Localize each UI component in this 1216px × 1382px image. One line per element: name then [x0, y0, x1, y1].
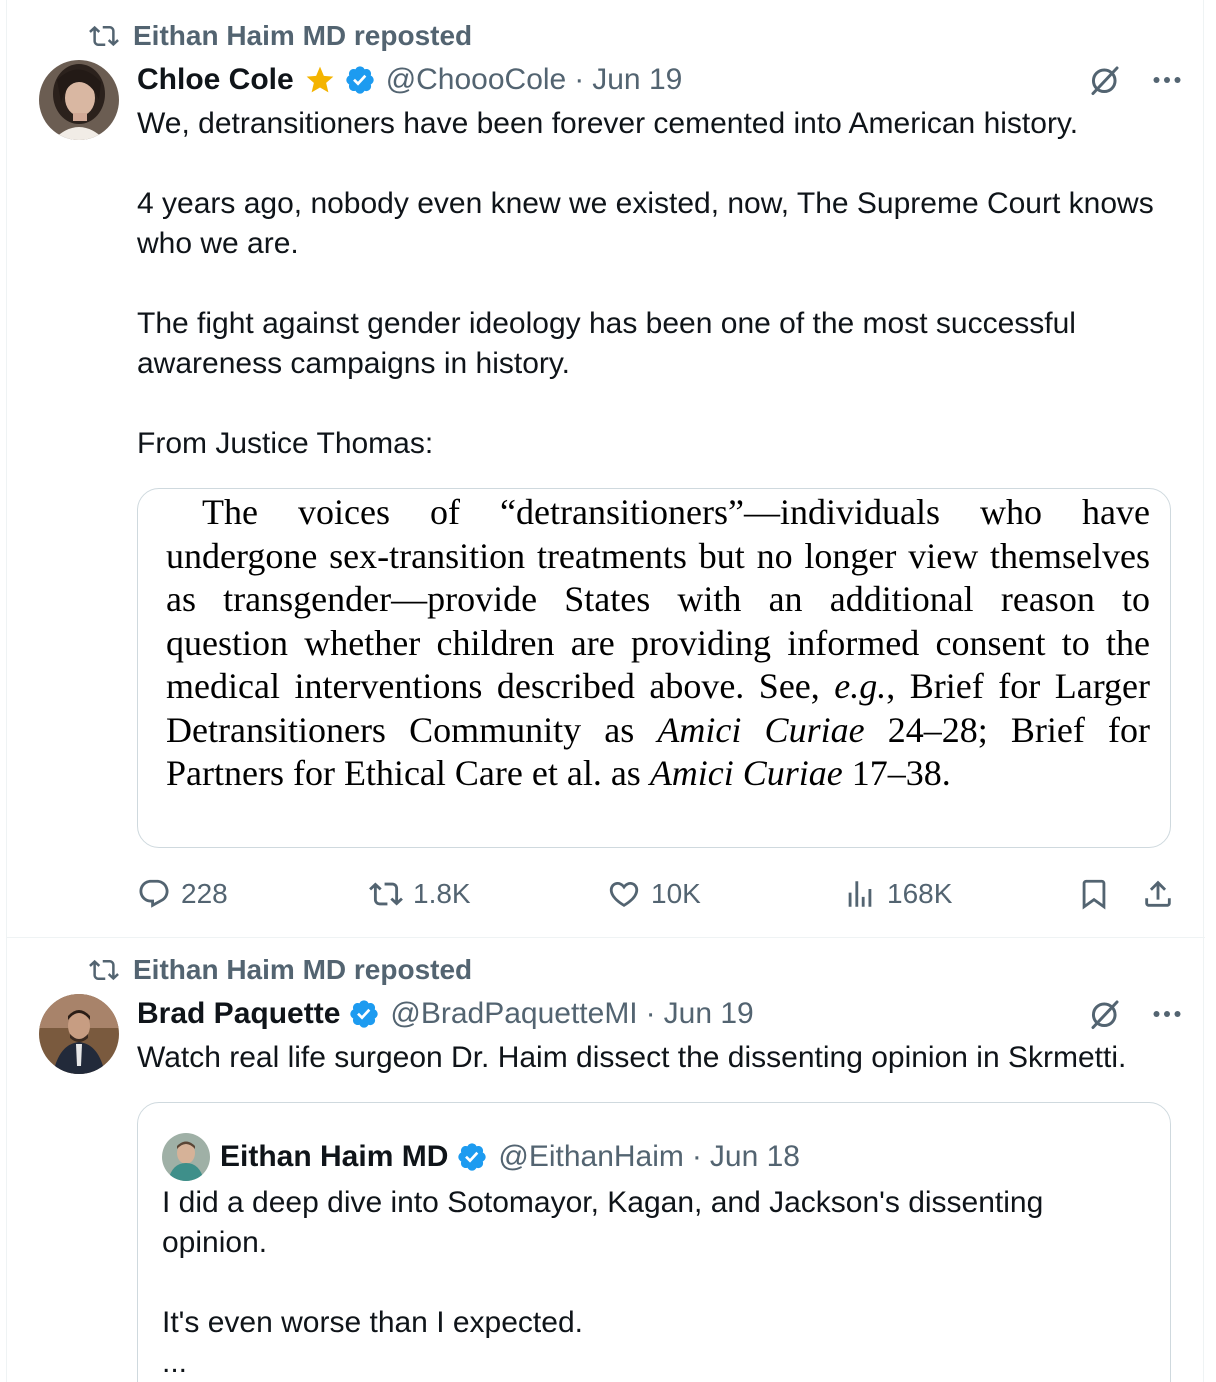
author-handle[interactable]: @ChoooCole: [386, 63, 567, 97]
tweet-chloe-cole[interactable]: Eithan Haim MD reposted Chloe Cole @Choo…: [7, 0, 1205, 938]
more-icon[interactable]: [1149, 996, 1185, 1032]
verified-badge-icon[interactable]: [344, 64, 376, 96]
tweet-paragraph: I did a deep dive into Sotomayor, Kagan,…: [162, 1186, 1044, 1259]
quoted-author-handle[interactable]: @EithanHaim: [498, 1140, 684, 1174]
avatar-photo: [162, 1133, 210, 1181]
share-icon[interactable]: [1141, 877, 1175, 911]
tweet-date[interactable]: Jun 19: [664, 997, 754, 1031]
reply-icon: [137, 877, 171, 911]
separator-dot: ·: [645, 997, 656, 1030]
repost-button[interactable]: 1.8K: [369, 877, 607, 911]
tweet-header: Brad Paquette @BradPaquetteMI · Jun 19: [137, 994, 1185, 1034]
excerpt-italic: Amici Curiae: [657, 709, 865, 750]
tweet-paragraph: The fight against gender ideology has be…: [137, 307, 1076, 380]
reply-button[interactable]: 228: [137, 877, 369, 911]
tweet-paragraph: Watch real life surgeon Dr. Haim dissect…: [137, 1041, 1127, 1074]
grok-icon[interactable]: [1087, 62, 1123, 98]
timeline: Eithan Haim MD reposted Chloe Cole @Choo…: [6, 0, 1205, 1382]
tweet-brad-paquette[interactable]: Eithan Haim MD reposted Brad Paquette @B…: [7, 938, 1205, 1382]
separator-dot: ·: [574, 63, 585, 96]
repost-count: 1.8K: [413, 878, 471, 909]
action-bar: 228 1.8K 10K 168K: [137, 870, 1175, 918]
avatar: [162, 1133, 210, 1181]
views-button[interactable]: 168K: [843, 877, 1063, 911]
quoted-tweet-date[interactable]: Jun 18: [710, 1140, 800, 1174]
like-icon: [607, 877, 641, 911]
quoted-tweet-text: I did a deep dive into Sotomayor, Kagan,…: [162, 1183, 1146, 1382]
tweet-text: Watch real life surgeon Dr. Haim dissect…: [137, 1038, 1175, 1078]
avatar-photo: [39, 60, 119, 140]
quoted-author-name[interactable]: Eithan Haim MD: [220, 1140, 448, 1174]
bookmark-icon[interactable]: [1077, 877, 1111, 911]
views-icon: [843, 877, 877, 911]
tweet-paragraph: We, detransitioners have been forever ce…: [137, 107, 1079, 140]
tweet-text: We, detransitioners have been forever ce…: [137, 104, 1175, 464]
excerpt-italic: Amici Curiae: [649, 753, 843, 793]
verified-badge-icon[interactable]: [348, 998, 380, 1030]
quoted-tweet-header: Eithan Haim MD @EithanHaim · Jun 18: [162, 1133, 800, 1181]
tweet-header: Chloe Cole @ChoooCole · Jun 19: [137, 60, 1185, 100]
author-name[interactable]: Chloe Cole: [137, 63, 294, 97]
like-button[interactable]: 10K: [607, 877, 843, 911]
tweet-date[interactable]: Jun 19: [592, 63, 682, 97]
court-excerpt-text: The voices of “detransitioners”—individu…: [166, 491, 1150, 796]
excerpt-italic: e.g.: [834, 666, 887, 706]
tweet-paragraph: It's even worse than I expected.: [162, 1306, 583, 1339]
views-count: 168K: [887, 878, 953, 909]
separator-dot: ·: [691, 1140, 702, 1173]
tweet-paragraph: ...: [162, 1346, 188, 1379]
repost-context: Eithan Haim MD reposted: [89, 20, 472, 52]
quoted-tweet[interactable]: Eithan Haim MD @EithanHaim · Jun 18 I di…: [137, 1102, 1171, 1382]
repost-icon: [89, 21, 119, 51]
gold-star-icon: [306, 66, 334, 93]
avatar-photo: [39, 994, 119, 1074]
excerpt-part: 17–38.: [842, 753, 951, 793]
media-image-court-excerpt[interactable]: The voices of “detransitioners”—individu…: [137, 488, 1171, 848]
avatar[interactable]: [39, 994, 119, 1074]
tweet-paragraph: From Justice Thomas:: [137, 427, 434, 460]
repost-label[interactable]: Eithan Haim MD reposted: [133, 20, 472, 52]
author-name[interactable]: Brad Paquette: [137, 997, 340, 1031]
like-count: 10K: [651, 878, 701, 909]
author-handle[interactable]: @BradPaquetteMI: [390, 997, 637, 1031]
repost-context: Eithan Haim MD reposted: [89, 954, 472, 986]
reply-count: 228: [181, 878, 228, 909]
more-icon[interactable]: [1149, 62, 1185, 98]
repost-label[interactable]: Eithan Haim MD reposted: [133, 954, 472, 986]
verified-badge-icon: [456, 1141, 488, 1173]
avatar[interactable]: [39, 60, 119, 140]
grok-icon[interactable]: [1087, 996, 1123, 1032]
tweet-paragraph: 4 years ago, nobody even knew we existed…: [137, 187, 1154, 260]
repost-icon: [369, 877, 403, 911]
repost-icon: [89, 955, 119, 985]
